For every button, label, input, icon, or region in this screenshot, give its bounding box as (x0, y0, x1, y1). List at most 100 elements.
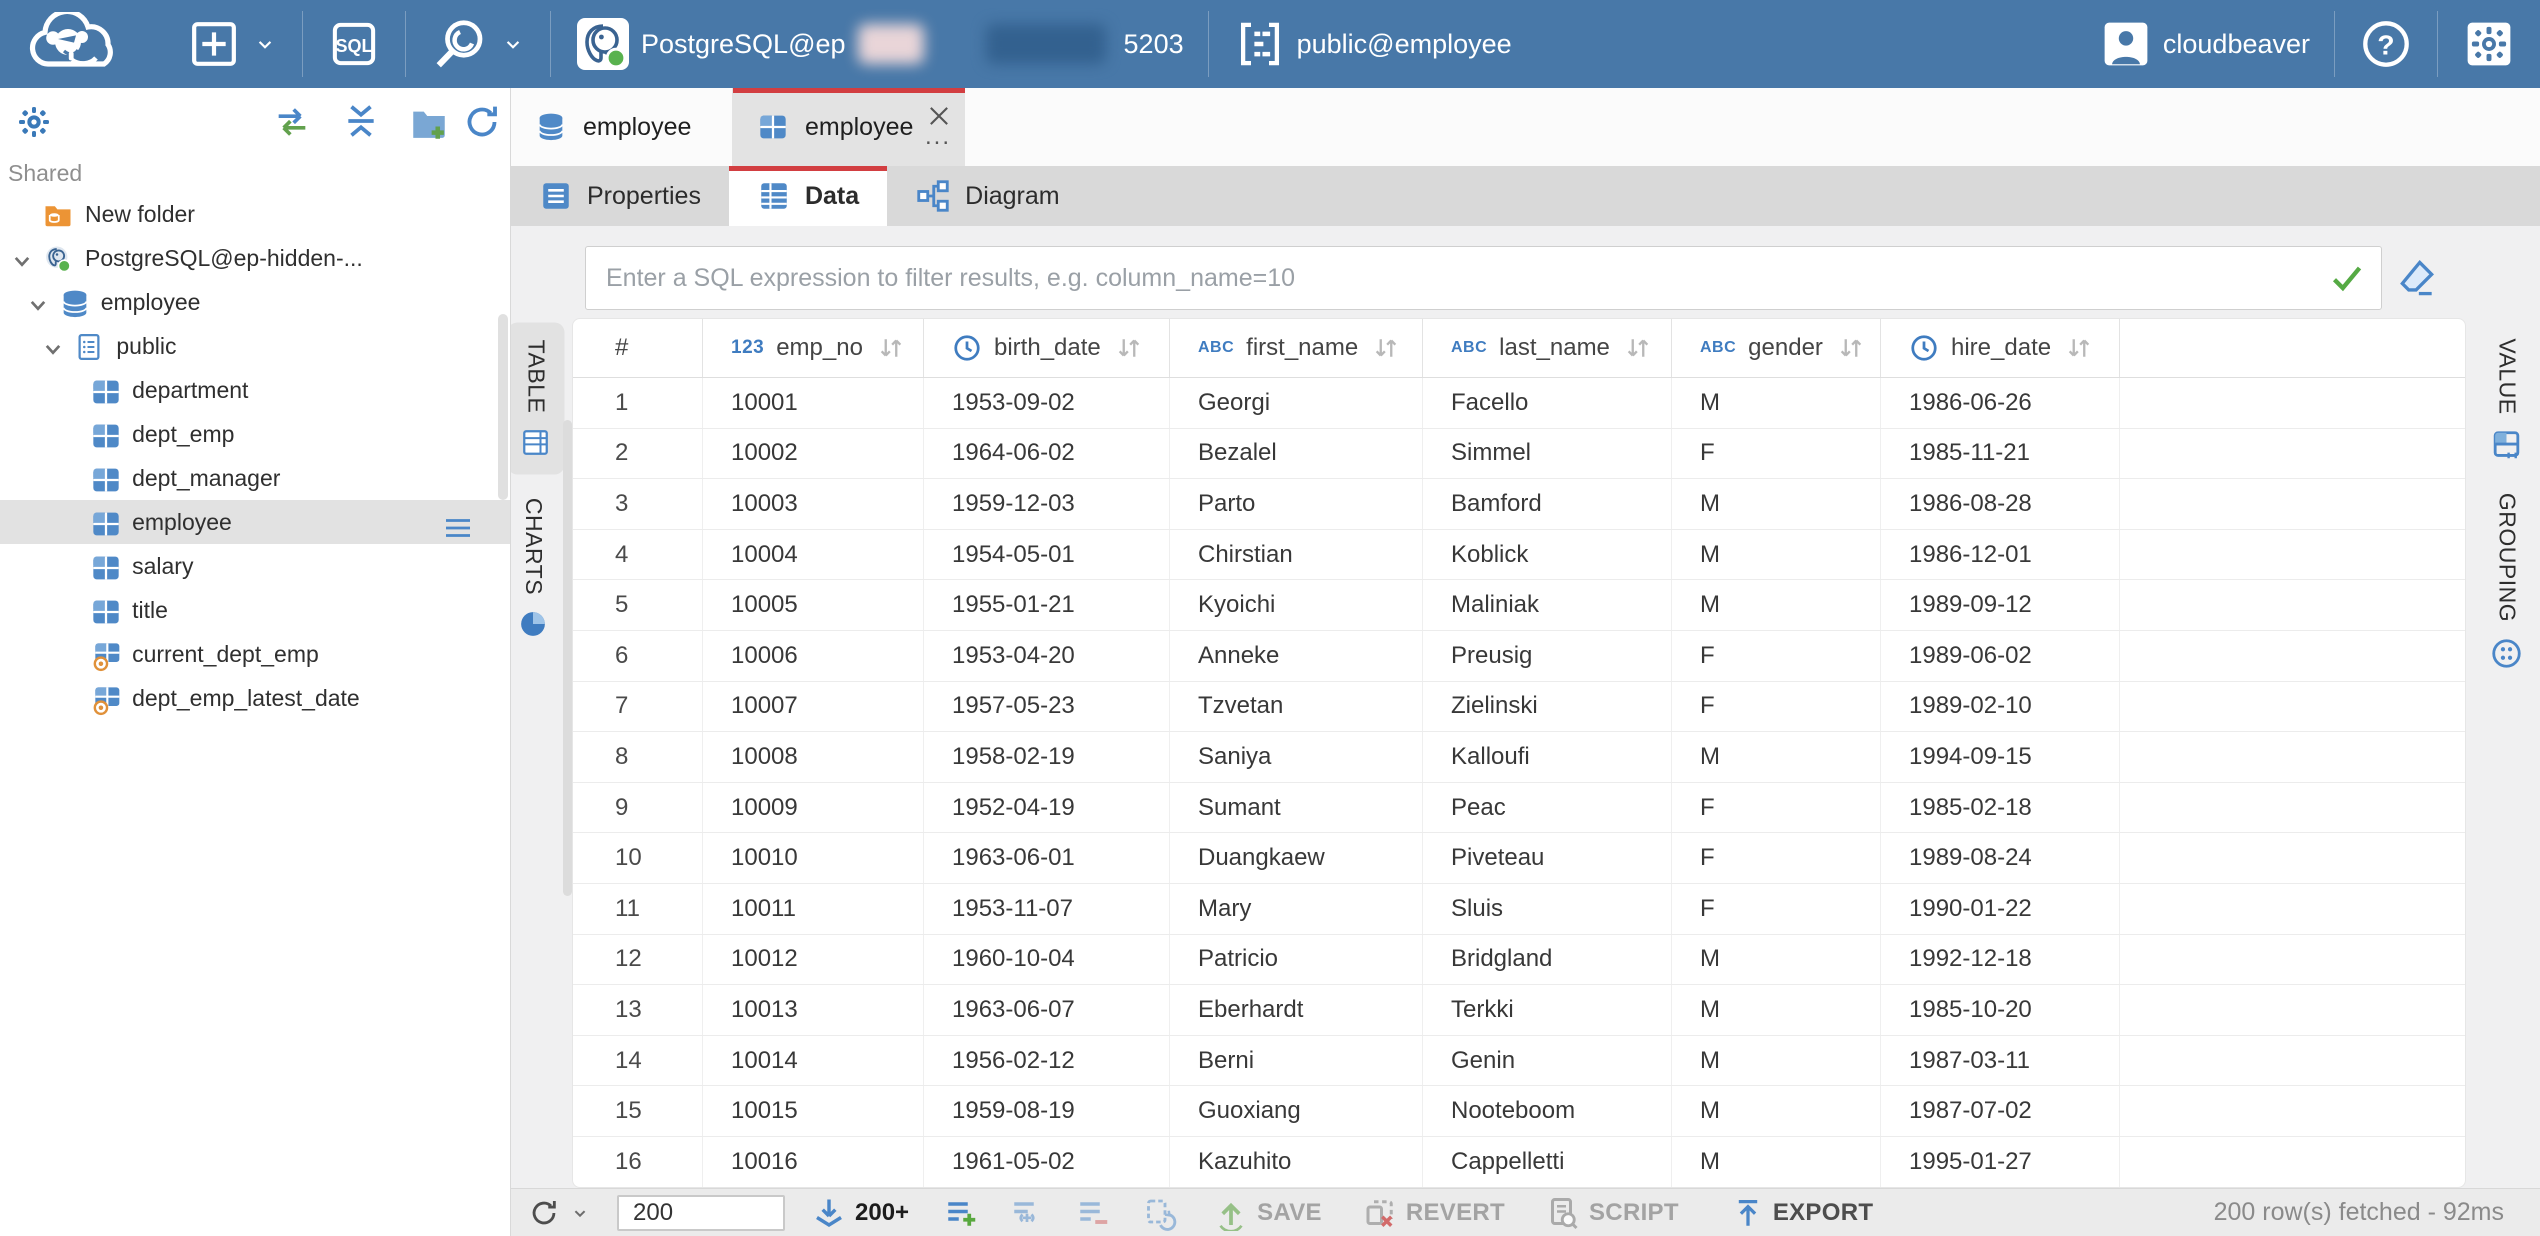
sort-icon[interactable] (1113, 334, 1145, 362)
grid-cell[interactable]: Berni (1170, 1036, 1423, 1086)
grid-cell[interactable]: M (1672, 935, 1881, 985)
grid-cell[interactable]: Chirstian (1170, 530, 1423, 580)
grid-cell[interactable]: M (1672, 1086, 1881, 1136)
help-button[interactable]: ? (2345, 0, 2427, 88)
grid-cell[interactable]: 10007 (703, 682, 924, 732)
grid-cell[interactable]: 1989-09-12 (1881, 580, 2120, 630)
sort-icon[interactable] (1622, 334, 1654, 362)
refresh-icon[interactable] (462, 102, 502, 142)
fetch-size-input[interactable] (617, 1195, 785, 1231)
grid-cell[interactable]: Peac (1423, 783, 1672, 833)
grid-cell[interactable]: F (1672, 682, 1881, 732)
grid-cell[interactable]: Genin (1423, 1036, 1672, 1086)
row-number-cell[interactable]: 11 (573, 884, 703, 934)
refresh-results-button[interactable] (527, 1196, 591, 1230)
grid-cell[interactable]: 1992-12-18 (1881, 935, 2120, 985)
grid-cell[interactable]: 1986-12-01 (1881, 530, 2120, 580)
grid-cell[interactable]: Zielinski (1423, 682, 1672, 732)
driver-manager-button[interactable] (416, 0, 540, 88)
row-number-cell[interactable]: 8 (573, 732, 703, 782)
grid-cell[interactable]: Koblick (1423, 530, 1672, 580)
row-number-cell[interactable]: 9 (573, 783, 703, 833)
grid-cell[interactable]: 10005 (703, 580, 924, 630)
grid-cell[interactable]: 1985-10-20 (1881, 985, 2120, 1035)
grid-cell[interactable]: M (1672, 1137, 1881, 1187)
tree-item-dept-emp[interactable]: dept_emp (0, 412, 510, 456)
grid-cell[interactable]: 1953-11-07 (924, 884, 1170, 934)
grid-cell[interactable]: Kazuhito (1170, 1137, 1423, 1187)
grid-cell[interactable]: 1986-06-26 (1881, 378, 2120, 428)
row-number-column-header[interactable]: # (573, 319, 703, 377)
grid-cell[interactable]: 10012 (703, 935, 924, 985)
grid-cell[interactable]: 1989-06-02 (1881, 631, 2120, 681)
row-number-cell[interactable]: 2 (573, 429, 703, 479)
row-number-cell[interactable]: 12 (573, 935, 703, 985)
sql-filter-input[interactable] (586, 264, 2327, 293)
grid-cell[interactable]: 1956-02-12 (924, 1036, 1170, 1086)
collapse-all-icon[interactable] (342, 102, 380, 140)
row-number-cell[interactable]: 6 (573, 631, 703, 681)
tree-item-postgresql-ep-hidden-[interactable]: PostgreSQL@ep-hidden-... (0, 236, 510, 280)
grid-cell[interactable]: 1952-04-19 (924, 783, 1170, 833)
grid-cell[interactable]: 1957-05-23 (924, 682, 1170, 732)
duplicate-row-button[interactable] (1009, 1195, 1045, 1231)
grid-cell[interactable]: 1990-01-22 (1881, 884, 2120, 934)
grid-cell[interactable]: 1989-02-10 (1881, 682, 2120, 732)
row-number-cell[interactable]: 13 (573, 985, 703, 1035)
presentation-tab-charts[interactable]: CHARTS (505, 487, 562, 650)
tree-item-employee[interactable]: employee (0, 500, 510, 544)
grid-cell[interactable]: 10014 (703, 1036, 924, 1086)
row-number-cell[interactable]: 15 (573, 1086, 703, 1136)
grid-cell[interactable]: F (1672, 631, 1881, 681)
grid-cell[interactable]: 10003 (703, 479, 924, 529)
grid-cell[interactable]: M (1672, 530, 1881, 580)
add-row-button[interactable] (943, 1195, 979, 1231)
grid-cell[interactable]: 1959-08-19 (924, 1086, 1170, 1136)
grid-cell[interactable]: 10013 (703, 985, 924, 1035)
column-header-emp_no[interactable]: 123emp_no (703, 319, 924, 377)
grid-cell[interactable]: 10010 (703, 833, 924, 883)
grid-cell[interactable]: 10008 (703, 732, 924, 782)
tab-diagram[interactable]: Diagram (887, 166, 1087, 226)
grid-cell[interactable]: 1958-02-19 (924, 732, 1170, 782)
grid-cell[interactable]: Anneke (1170, 631, 1423, 681)
grid-cell[interactable]: F (1672, 833, 1881, 883)
grid-cell[interactable]: M (1672, 479, 1881, 529)
grid-cell[interactable]: Bamford (1423, 479, 1672, 529)
column-header-first_name[interactable]: ABCfirst_name (1170, 319, 1423, 377)
column-header-last_name[interactable]: ABClast_name (1423, 319, 1672, 377)
grid-scrollbar[interactable] (563, 420, 572, 896)
grid-cell[interactable]: 1995-01-27 (1881, 1137, 2120, 1187)
grid-cell[interactable]: 1953-09-02 (924, 378, 1170, 428)
row-number-cell[interactable]: 1 (573, 378, 703, 428)
chevron-down-icon[interactable] (7, 246, 37, 276)
grid-cell[interactable]: 1964-06-02 (924, 429, 1170, 479)
grid-cell[interactable]: 10001 (703, 378, 924, 428)
grid-cell[interactable]: Terkki (1423, 985, 1672, 1035)
grid-cell[interactable]: 1989-08-24 (1881, 833, 2120, 883)
grid-cell[interactable]: Maliniak (1423, 580, 1672, 630)
grid-cell[interactable]: 10002 (703, 429, 924, 479)
grid-cell[interactable]: Nooteboom (1423, 1086, 1672, 1136)
column-header-gender[interactable]: ABCgender (1672, 319, 1881, 377)
cloudbeaver-logo[interactable] (0, 12, 172, 76)
grid-cell[interactable]: M (1672, 985, 1881, 1035)
grid-cell[interactable]: 10015 (703, 1086, 924, 1136)
sort-icon[interactable] (2063, 334, 2095, 362)
tree-item-title[interactable]: title (0, 588, 510, 632)
grid-cell[interactable]: 1987-07-02 (1881, 1086, 2120, 1136)
revert-button[interactable]: REVERT (1362, 1195, 1505, 1231)
row-number-cell[interactable]: 14 (573, 1036, 703, 1086)
tree-item-new-folder[interactable]: New folder (0, 192, 510, 236)
grid-cell[interactable]: Mary (1170, 884, 1423, 934)
link-editor-icon[interactable] (272, 102, 312, 142)
apply-changes-button[interactable] (1141, 1195, 1177, 1231)
grid-cell[interactable]: Preusig (1423, 631, 1672, 681)
apply-filter-icon[interactable] (2327, 258, 2367, 298)
grid-cell[interactable]: 1994-09-15 (1881, 732, 2120, 782)
sort-icon[interactable] (875, 334, 907, 362)
grid-cell[interactable]: Saniya (1170, 732, 1423, 782)
grid-cell[interactable]: 1987-03-11 (1881, 1036, 2120, 1086)
row-number-cell[interactable]: 16 (573, 1137, 703, 1187)
grid-cell[interactable]: Simmel (1423, 429, 1672, 479)
